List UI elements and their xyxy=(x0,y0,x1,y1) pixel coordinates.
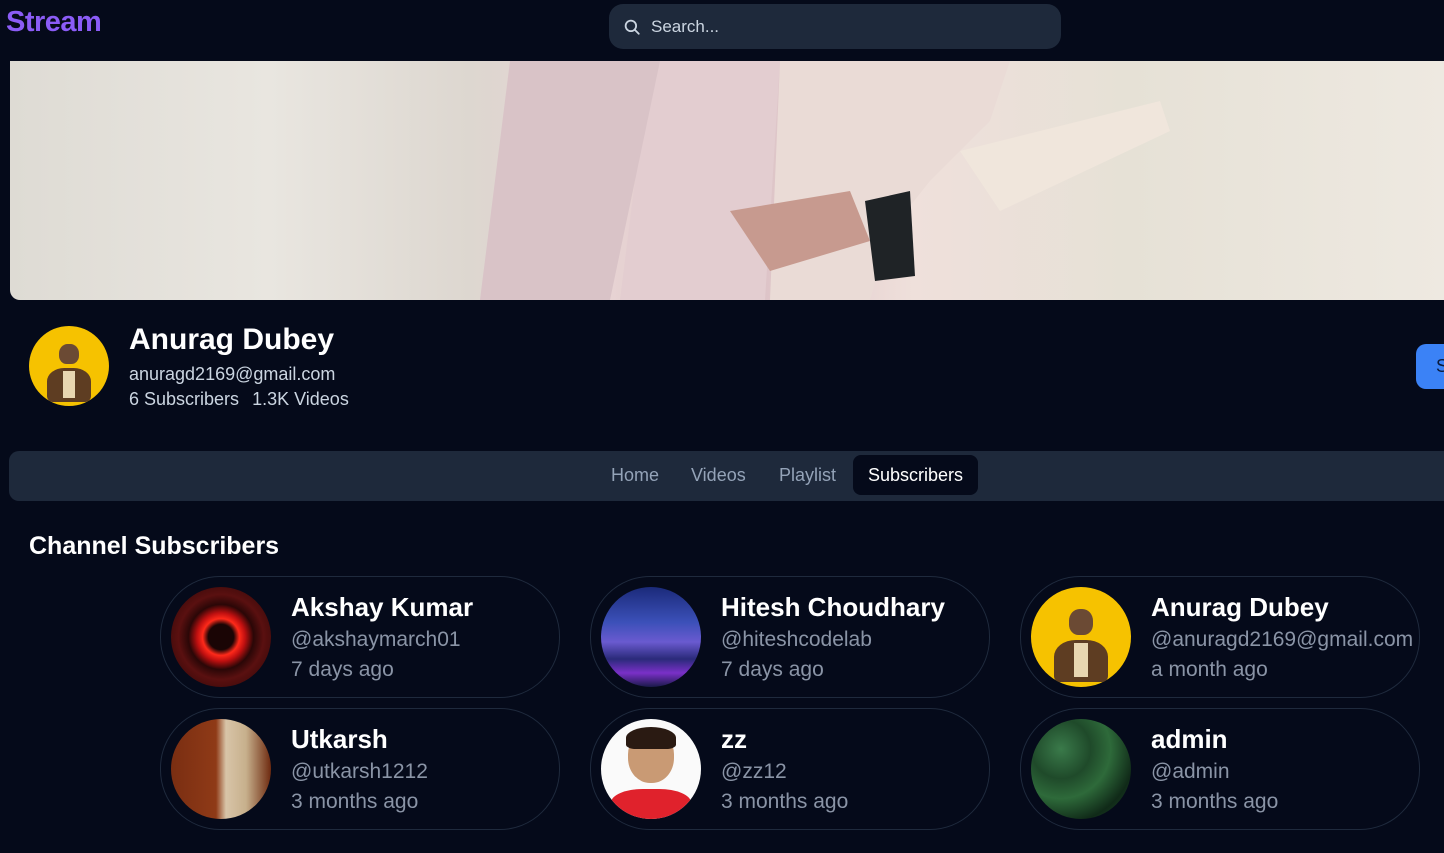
video-count: 1.3K Videos xyxy=(252,389,349,409)
subscriber-handle: @utkarsh1212 xyxy=(291,760,428,783)
subscriber-count: 6 Subscribers xyxy=(129,389,240,409)
subscriber-avatar[interactable] xyxy=(601,587,701,687)
search-bar[interactable] xyxy=(609,4,1061,49)
subscriber-card[interactable]: Anurag Dubey @anuragd2169@gmail.com a mo… xyxy=(1020,576,1420,698)
subscribe-button[interactable]: S xyxy=(1416,344,1444,389)
avatar-body xyxy=(611,789,691,819)
channel-avatar[interactable] xyxy=(29,326,109,406)
subscriber-avatar[interactable] xyxy=(171,587,271,687)
subscribed-time: 7 days ago xyxy=(291,658,394,681)
subscriber-avatar[interactable] xyxy=(1031,719,1131,819)
subscriber-avatar[interactable] xyxy=(171,719,271,819)
subscribed-time: 7 days ago xyxy=(721,658,824,681)
subscriber-handle: @anuragd2169@gmail.com xyxy=(1151,628,1414,651)
subscribed-time: 3 months ago xyxy=(721,790,849,813)
subscriber-handle: @zz12 xyxy=(721,760,787,783)
channel-name: Anurag Dubey xyxy=(129,323,335,356)
subscriber-avatar[interactable] xyxy=(601,719,701,819)
subscriber-avatar[interactable] xyxy=(1031,587,1131,687)
subscriber-name[interactable]: admin xyxy=(1151,724,1228,755)
search-input[interactable] xyxy=(651,16,1031,37)
subscriber-handle: @akshaymarch01 xyxy=(291,628,461,651)
tab-videos[interactable]: Videos xyxy=(676,455,761,495)
subscribed-time: a month ago xyxy=(1151,658,1268,681)
channel-tabs: Home Videos Playlist Subscribers xyxy=(9,451,1444,501)
subscriber-name[interactable]: Anurag Dubey xyxy=(1151,592,1329,623)
channel-cover-image xyxy=(10,61,1444,300)
subscriber-handle: @admin xyxy=(1151,760,1230,783)
app-logo[interactable]: Stream xyxy=(6,6,102,39)
subscribed-time: 3 months ago xyxy=(1151,790,1279,813)
subscriber-name[interactable]: Utkarsh xyxy=(291,724,388,755)
top-bar: Stream xyxy=(0,0,1444,58)
avatar-shirt xyxy=(63,370,75,398)
tab-home[interactable]: Home xyxy=(596,455,674,495)
subscriber-handle: @hiteshcodelab xyxy=(721,628,872,651)
cover-artwork xyxy=(480,61,1170,300)
search-icon xyxy=(624,19,640,35)
avatar-hair xyxy=(626,727,676,749)
subscriber-card[interactable]: admin @admin 3 months ago xyxy=(1020,708,1420,830)
avatar-shirt xyxy=(1074,643,1088,677)
subscriber-card[interactable]: Akshay Kumar @akshaymarch01 7 days ago xyxy=(160,576,560,698)
subscriber-name[interactable]: Hitesh Choudhary xyxy=(721,592,945,623)
section-title: Channel Subscribers xyxy=(29,532,280,560)
tab-playlist[interactable]: Playlist xyxy=(764,455,851,495)
avatar-head xyxy=(59,343,79,365)
subscriber-card[interactable]: Utkarsh @utkarsh1212 3 months ago xyxy=(160,708,560,830)
avatar-head xyxy=(1069,609,1093,635)
subscribed-time: 3 months ago xyxy=(291,790,419,813)
tab-subscribers[interactable]: Subscribers xyxy=(853,455,979,495)
subscriber-name[interactable]: Akshay Kumar xyxy=(291,592,473,623)
subscriber-card[interactable]: Hitesh Choudhary @hiteshcodelab 7 days a… xyxy=(590,576,990,698)
subscriber-name[interactable]: zz xyxy=(721,724,747,755)
subscriber-card[interactable]: zz @zz12 3 months ago xyxy=(590,708,990,830)
channel-email: anuragd2169@gmail.com xyxy=(129,364,336,384)
channel-stats: 6 Subscribers 1.3K Videos xyxy=(129,389,357,410)
